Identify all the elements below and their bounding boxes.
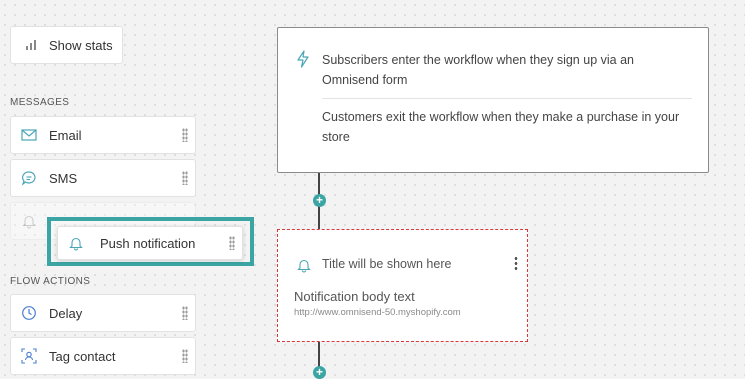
show-stats-button[interactable]: Show stats bbox=[10, 26, 123, 64]
drag-handle-icon[interactable] bbox=[182, 349, 188, 363]
bell-icon bbox=[297, 258, 311, 278]
sidebar-item-label: SMS bbox=[49, 170, 78, 186]
drag-handle-icon[interactable] bbox=[182, 306, 188, 320]
sidebar-item-delay[interactable]: Delay bbox=[10, 294, 196, 332]
divider bbox=[322, 98, 692, 99]
sidebar-item-label: Delay bbox=[49, 305, 83, 321]
push-body: Notification body text bbox=[294, 289, 415, 304]
drag-handle-icon[interactable] bbox=[182, 128, 188, 142]
sidebar-item-label: Tag contact bbox=[49, 348, 116, 364]
bar-chart-icon bbox=[23, 37, 39, 53]
more-options-icon[interactable] bbox=[514, 256, 518, 270]
sidebar-item-sms[interactable]: SMS bbox=[10, 159, 196, 197]
bell-icon bbox=[21, 213, 37, 229]
drag-handle-icon[interactable] bbox=[182, 171, 188, 185]
messages-heading: MESSAGES bbox=[10, 97, 70, 108]
drag-handle-icon[interactable] bbox=[229, 236, 235, 250]
flow-actions-heading: FLOW ACTIONS bbox=[10, 276, 91, 287]
bell-icon bbox=[68, 235, 84, 251]
trigger-exit-text: Customers exit the workflow when they ma… bbox=[322, 110, 680, 144]
show-stats-label: Show stats bbox=[49, 37, 113, 53]
clock-icon bbox=[21, 305, 37, 321]
add-step-button[interactable]: + bbox=[313, 366, 326, 379]
sidebar-item-tag-contact[interactable]: Tag contact bbox=[10, 337, 196, 375]
lightning-icon bbox=[296, 50, 310, 73]
trigger-enter-text: Subscribers enter the workflow when they… bbox=[322, 53, 634, 87]
push-title: Title will be shown here bbox=[322, 257, 452, 271]
tag-contact-icon bbox=[21, 348, 37, 364]
add-step-button[interactable]: + bbox=[313, 194, 326, 207]
dragging-push-notification[interactable]: Push notification bbox=[57, 226, 243, 260]
sidebar: Show stats MESSAGES Email SMS FLOW ACTIO… bbox=[0, 0, 205, 378]
push-notification-node[interactable]: Title will be shown here Notification bo… bbox=[277, 229, 528, 342]
sidebar-item-email[interactable]: Email bbox=[10, 116, 196, 154]
push-url: http://www.omnisend-50.myshopify.com bbox=[294, 307, 461, 318]
sms-icon bbox=[21, 170, 37, 186]
dragging-label: Push notification bbox=[100, 235, 196, 251]
workflow-trigger-card[interactable]: Subscribers enter the workflow when they… bbox=[277, 27, 709, 173]
email-icon bbox=[21, 127, 37, 143]
sidebar-item-label: Email bbox=[49, 127, 82, 143]
